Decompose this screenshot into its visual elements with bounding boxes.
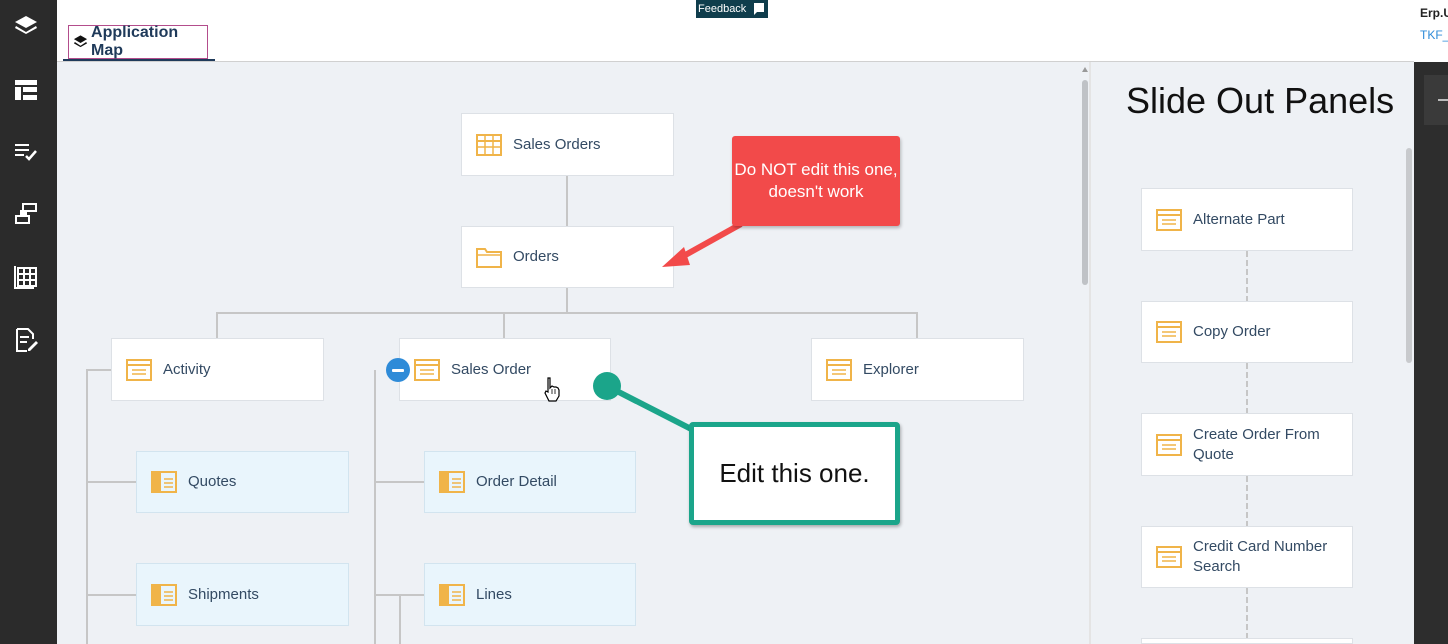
node-label: Sales Orders	[513, 135, 601, 153]
dashed-connector	[1246, 363, 1248, 414]
red-annotation-note: Do NOT edit this one, doesn't work	[732, 136, 900, 226]
connector	[86, 369, 112, 371]
dashed-connector	[1246, 588, 1248, 639]
detail-panel-icon	[151, 471, 177, 493]
node-label: Sales Order	[451, 360, 532, 378]
detail-panel-icon	[439, 471, 465, 493]
right-side-strip	[1414, 62, 1448, 644]
connector	[916, 312, 918, 339]
green-annotation-note: Edit this one.	[689, 422, 900, 525]
slide-item-label: Create Order From Quote	[1193, 425, 1320, 463]
slide-item-copy-order[interactable]: Copy Order	[1141, 301, 1353, 363]
slide-panel-title: Slide Out Panels	[1126, 80, 1395, 121]
feedback-label: Feedback	[698, 3, 747, 15]
layers-icon	[73, 35, 88, 48]
slide-item-partial[interactable]	[1141, 638, 1353, 644]
connector	[216, 312, 918, 314]
detail-panel-icon	[151, 583, 177, 606]
node-quotes[interactable]: Quotes	[136, 451, 349, 513]
layers-icon[interactable]	[10, 10, 42, 42]
detail-panel-icon	[439, 583, 465, 606]
folder-icon	[476, 248, 502, 268]
node-sales-order[interactable]: Sales Order	[399, 338, 611, 401]
connector	[374, 481, 425, 483]
scroll-up-icon[interactable]	[1082, 67, 1088, 72]
form-icon	[1156, 208, 1182, 231]
tab-label: Application Map	[91, 24, 179, 59]
user-name: Erp.U	[1420, 6, 1448, 20]
form-icon	[1156, 433, 1182, 456]
node-label: Orders	[513, 248, 559, 265]
table-icon	[476, 133, 502, 156]
form-icon	[1156, 321, 1182, 343]
connector	[86, 594, 137, 596]
node-sales-orders[interactable]: Sales Orders	[461, 113, 674, 176]
form-icon	[414, 358, 440, 381]
slide-item-credit-card-search[interactable]: Credit Card Number Search	[1141, 526, 1353, 588]
grid-icon[interactable]	[10, 260, 42, 292]
slide-item-label: Copy Order	[1193, 323, 1271, 340]
node-label: Explorer	[863, 360, 919, 378]
node-explorer[interactable]: Explorer	[811, 338, 1024, 401]
slide-panel-scrollbar[interactable]	[1406, 148, 1412, 363]
checklist-icon[interactable]	[10, 136, 42, 168]
tab-application-map[interactable]: Application Map	[68, 24, 208, 59]
node-label: Order Detail	[476, 473, 557, 490]
node-lines[interactable]: Lines	[424, 563, 636, 626]
node-orders[interactable]: Orders	[461, 226, 674, 288]
slide-item-label: Credit Card Number Search	[1193, 538, 1328, 575]
slide-item-alternate-part[interactable]: Alternate Part	[1141, 188, 1353, 251]
left-nav-rail	[0, 0, 57, 644]
dashed-connector	[1246, 251, 1248, 302]
slide-item-label: Alternate Part	[1193, 210, 1285, 228]
form-icon	[126, 358, 152, 381]
collapse-button[interactable]	[386, 358, 410, 382]
connector	[566, 288, 568, 313]
feedback-button[interactable]: Feedback	[696, 0, 768, 18]
node-shipments[interactable]: Shipments	[136, 563, 349, 626]
map-scrollbar[interactable]	[1082, 80, 1088, 285]
connector	[566, 176, 568, 226]
connector	[216, 312, 218, 339]
flow-icon[interactable]	[10, 198, 42, 230]
node-label: Activity	[163, 360, 211, 378]
node-label: Lines	[476, 585, 512, 603]
connector	[86, 369, 88, 644]
comment-icon	[754, 3, 764, 15]
node-activity[interactable]: Activity	[111, 338, 324, 401]
edit-doc-icon[interactable]	[10, 324, 42, 356]
slide-item-create-order-from-quote[interactable]: Create Order From Quote	[1141, 413, 1353, 476]
node-label: Quotes	[188, 473, 237, 490]
connector	[86, 481, 137, 483]
dashed-connector	[1246, 476, 1248, 527]
connector	[503, 312, 505, 339]
connector	[399, 594, 401, 644]
minimize-button[interactable]	[1424, 75, 1448, 125]
user-link[interactable]: TKF_	[1420, 28, 1448, 42]
layout-icon[interactable]	[10, 74, 42, 106]
connector	[374, 370, 376, 644]
node-order-detail[interactable]: Order Detail	[424, 451, 636, 513]
node-label: Shipments	[188, 585, 259, 603]
hand-cursor-icon	[544, 377, 560, 402]
form-icon	[826, 358, 852, 381]
form-icon	[1156, 546, 1182, 568]
